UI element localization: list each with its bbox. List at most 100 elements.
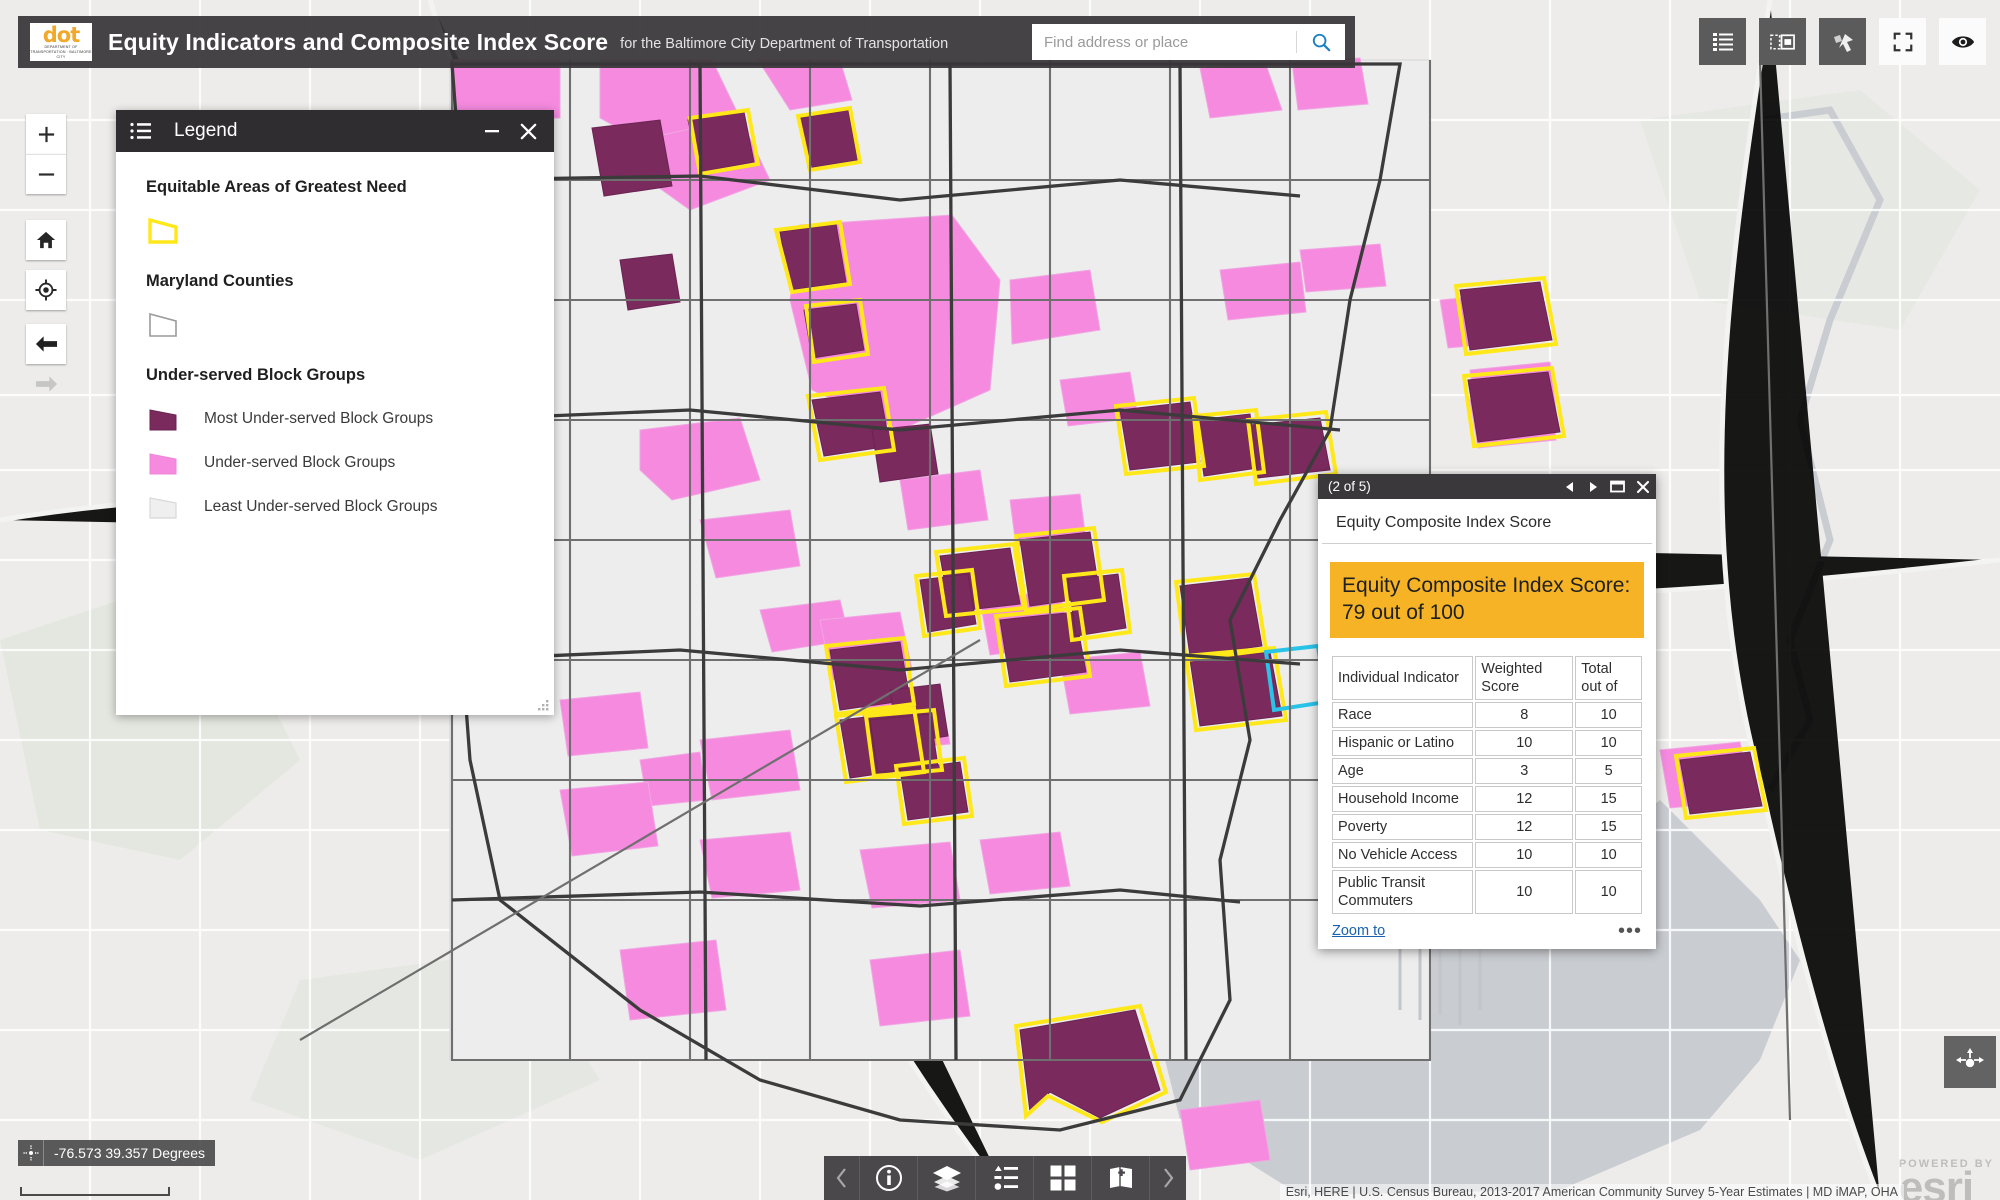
- arrow-right-icon: [35, 376, 57, 392]
- cell-total-out-of: 10: [1575, 870, 1642, 914]
- zoom-to-link[interactable]: Zoom to: [1332, 923, 1385, 939]
- popup-nav: [1564, 480, 1650, 494]
- eye-icon: [1951, 35, 1974, 48]
- page-title: Equity Indicators and Composite Index Sc…: [108, 28, 609, 55]
- basemap-gallery-button[interactable]: [1034, 1156, 1092, 1200]
- legend-titlebar: Legend: [116, 110, 554, 152]
- page-subtitle: for the Baltimore City Department of Tra…: [620, 36, 949, 52]
- pan-arrows-icon: [1956, 1048, 1984, 1068]
- composite-score-banner: Equity Composite Index Score: 79 out of …: [1330, 562, 1644, 638]
- legend-minimize-button[interactable]: [483, 124, 501, 138]
- cell-weighted-score: 8: [1475, 702, 1574, 728]
- plus-icon: [38, 126, 54, 142]
- widget-bar-previous-button[interactable]: [824, 1156, 860, 1200]
- popup-feature-title: Equity Composite Index Score: [1322, 499, 1652, 544]
- dot-logo: dot DEPARTMENT OF TRANSPORTATION · BALTI…: [30, 23, 92, 61]
- popup-previous-button[interactable]: [1564, 481, 1576, 493]
- bottom-widget-bar: [824, 1156, 1186, 1200]
- cell-weighted-score: 12: [1475, 814, 1574, 840]
- table-header-total-out-of: Total out of: [1575, 656, 1642, 700]
- cell-weighted-score: 3: [1475, 758, 1574, 784]
- table-row: No Vehicle Access 10 10: [1332, 842, 1642, 868]
- search-input[interactable]: [1032, 24, 1296, 60]
- legend-panel: Legend Equitable Areas of Greatest Need: [116, 110, 554, 715]
- legend-row-most-underserved: Most Under-served Block Groups: [146, 404, 524, 434]
- legend-row: [146, 310, 524, 340]
- coordinate-target-icon: [18, 1140, 44, 1166]
- minus-icon: [38, 173, 54, 176]
- polygon-swatch-most-underserved: [149, 409, 177, 431]
- legend-body: Equitable Areas of Greatest Need Marylan…: [116, 152, 554, 522]
- indicator-table: Individual Indicator Weighted Score Tota…: [1330, 654, 1644, 916]
- legend-window-actions: [483, 122, 544, 141]
- legend-resize-handle[interactable]: [534, 696, 550, 712]
- popup-record-counter: (2 of 5): [1328, 479, 1371, 494]
- zoom-out-button[interactable]: [26, 154, 66, 194]
- search-button[interactable]: [1297, 24, 1345, 60]
- pan-button[interactable]: [1944, 1036, 1996, 1088]
- cell-indicator: Hispanic or Latino: [1332, 730, 1474, 756]
- table-row: Poverty 12 15: [1332, 814, 1642, 840]
- about-button[interactable]: [860, 1156, 918, 1200]
- crosshair-locate-icon: [35, 279, 57, 301]
- previous-extent-button[interactable]: [26, 324, 66, 364]
- split-panel-button[interactable]: [1759, 18, 1806, 65]
- cell-indicator: Poverty: [1332, 814, 1474, 840]
- cell-weighted-score: 12: [1475, 786, 1574, 812]
- polygon-swatch-underserved: [149, 453, 177, 475]
- dot-logo-subtext: DEPARTMENT OF TRANSPORTATION · BALTIMORE…: [30, 44, 92, 59]
- legend-close-button[interactable]: [519, 122, 538, 141]
- popup-titlebar: (2 of 5): [1318, 474, 1656, 499]
- popup-next-button[interactable]: [1587, 481, 1599, 493]
- layer-list-button[interactable]: [918, 1156, 976, 1200]
- popup-more-options-button[interactable]: •••: [1618, 921, 1642, 941]
- cell-weighted-score: 10: [1475, 842, 1574, 868]
- attribute-table-button[interactable]: [1699, 18, 1746, 65]
- scale-bar: 1mi: [20, 1187, 204, 1200]
- legend-group-title: Under-served Block Groups: [146, 366, 366, 384]
- triangle-left-icon: [1566, 481, 1573, 492]
- table-row: Age 3 5: [1332, 758, 1642, 784]
- cell-indicator: Age: [1332, 758, 1474, 784]
- cell-total-out-of: 15: [1575, 814, 1642, 840]
- popup-close-button[interactable]: [1636, 480, 1650, 494]
- polygon-swatch-least-underserved: [149, 497, 177, 519]
- coordinate-widget[interactable]: -76.573 39.357 Degrees: [18, 1140, 215, 1166]
- zoom-in-button[interactable]: [26, 114, 66, 154]
- legend-group-title: Maryland Counties: [146, 272, 294, 290]
- home-button[interactable]: [26, 220, 66, 260]
- legend-row-underserved: Under-served Block Groups: [146, 448, 524, 478]
- table-header-row: Individual Indicator Weighted Score Tota…: [1332, 656, 1642, 700]
- legend-button[interactable]: [976, 1156, 1034, 1200]
- triangle-right-icon: [1590, 481, 1597, 492]
- dot-logo-word: dot: [42, 22, 80, 47]
- legend-group-greatest-need: Equitable Areas of Greatest Need: [146, 178, 524, 246]
- add-data-button[interactable]: [1092, 1156, 1150, 1200]
- close-icon: [520, 123, 537, 139]
- cell-indicator: Public Transit Commuters: [1332, 870, 1474, 914]
- basemap-gallery-icon: [1050, 1165, 1075, 1191]
- select-tool-icon: [1833, 33, 1853, 52]
- table-row: Household Income 12 15: [1332, 786, 1642, 812]
- feature-popup: (2 of 5) Equity Composite Index Score Eq…: [1318, 474, 1656, 949]
- search-widget[interactable]: [1032, 24, 1345, 60]
- widget-bar-next-button[interactable]: [1150, 1156, 1186, 1200]
- add-data-icon: [1109, 1167, 1132, 1188]
- table-row: Race 8 10: [1332, 702, 1642, 728]
- legend-row-least-underserved: Least Under-served Block Groups: [146, 492, 524, 522]
- coordinate-readout: -76.573 39.357 Degrees: [54, 1145, 205, 1161]
- minimize-icon: [485, 130, 499, 133]
- cell-total-out-of: 15: [1575, 786, 1642, 812]
- select-tool-button[interactable]: [1819, 18, 1866, 65]
- fullscreen-button[interactable]: [1879, 18, 1926, 65]
- visibility-button[interactable]: [1939, 18, 1986, 65]
- chevron-left-icon: [836, 1168, 846, 1188]
- table-header-indicator: Individual Indicator: [1332, 656, 1474, 700]
- popup-maximize-button[interactable]: [1610, 480, 1625, 493]
- table-row: Hispanic or Latino 10 10: [1332, 730, 1642, 756]
- close-icon: [1636, 480, 1650, 493]
- chevron-right-icon: [1164, 1168, 1174, 1188]
- table-row: Public Transit Commuters 10 10: [1332, 870, 1642, 914]
- next-extent-button[interactable]: [26, 364, 66, 404]
- locate-button[interactable]: [26, 270, 66, 310]
